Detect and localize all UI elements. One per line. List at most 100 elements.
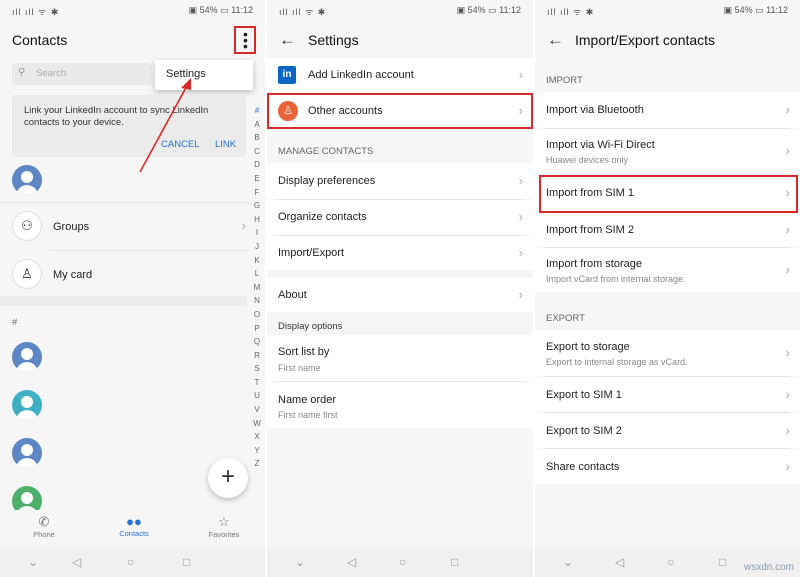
highlight-box [539,175,798,213]
export-header: EXPORT [546,313,585,324]
alphabet-letter[interactable]: O [251,308,263,322]
my-profile-avatar[interactable] [12,165,42,195]
back-triangle-icon[interactable]: ◁ [72,555,81,569]
chevron-right-icon: › [785,459,790,474]
import-wifi-direct-row[interactable]: Import via Wi-Fi Direct Huawei devices o… [535,129,800,173]
import-bluetooth-row[interactable]: Import via Bluetooth › [535,92,800,128]
import-export-screen: ıll ıll ᯤ ✱ ▣ 54% ▭ 11:12 ← Import/Expor… [535,0,800,577]
chevron-down-icon[interactable]: ⌄ [28,555,38,569]
alphabet-letter[interactable]: Q [251,335,263,349]
alphabet-letter[interactable]: V [251,403,263,417]
add-icon: + [220,463,235,490]
display-preferences-row[interactable]: Display preferences › [267,163,533,199]
people-icon: ●● [126,514,142,529]
import-storage-row[interactable]: Import from storage Import vCard from in… [535,248,800,292]
settings-app-bar: ← Settings [267,22,533,58]
status-bar: ıll ıll ᯤ ✱ ▣ 54% ▭ 11:12 [535,0,800,22]
home-circle-icon[interactable]: ○ [127,555,134,569]
chevron-right-icon: › [785,143,790,158]
alphabet-letter[interactable]: R [251,349,263,363]
add-linkedin-row[interactable]: in Add LinkedIn account › [267,58,533,92]
organize-contacts-row[interactable]: Organize contacts › [267,200,533,235]
alphabet-letter[interactable]: L [251,267,263,281]
sort-list-by-row[interactable]: Sort list by First name [267,335,533,381]
manage-contacts-header: MANAGE CONTACTS [278,146,374,157]
back-arrow-icon[interactable]: ← [279,31,296,48]
contact-avatar[interactable] [12,438,42,468]
page-title: Import/Export contacts [575,32,716,48]
alphabet-letter[interactable]: P [251,322,263,336]
display-options-header: Display options [278,321,343,332]
chevron-down-icon[interactable]: ⌄ [295,555,305,569]
chevron-right-icon: › [518,209,523,224]
alphabet-letter[interactable]: S [251,362,263,376]
name-order-row[interactable]: Name order First name first [267,382,533,428]
import-export-row[interactable]: Import/Export › [267,236,533,270]
home-circle-icon[interactable]: ○ [667,555,674,569]
alphabet-letter[interactable]: Y [251,444,263,458]
alphabet-letter[interactable]: B [251,131,263,145]
alphabet-letter[interactable]: J [251,240,263,254]
chevron-right-icon: › [785,262,790,277]
system-nav-bar: ⌄ ◁ ○ □ [267,549,533,577]
alphabet-letter[interactable]: E [251,172,263,186]
tab-contacts[interactable]: ●● Contacts [112,514,156,538]
back-triangle-icon[interactable]: ◁ [615,555,624,569]
alphabet-letter[interactable]: A [251,118,263,132]
alphabet-letter[interactable]: U [251,389,263,403]
groups-icon: ⚇ [12,211,42,241]
export-storage-row[interactable]: Export to storage Export to internal sto… [535,330,800,376]
annotation-arrow [139,78,191,173]
section-hash: # [12,317,18,328]
tab-phone[interactable]: ✆ Phone [24,514,64,539]
import-sim2-row[interactable]: Import from SIM 2 › [535,213,800,247]
battery-clock: ▣ 54% ▭ 11:12 [723,5,788,15]
recents-square-icon[interactable]: □ [451,555,458,569]
alphabet-letter[interactable]: H [251,213,263,227]
back-triangle-icon[interactable]: ◁ [347,555,356,569]
chevron-right-icon: › [518,173,523,188]
alphabet-letter[interactable]: C [251,145,263,159]
about-row[interactable]: About › [267,278,533,312]
signal-icons: ıll ıll ᯤ ✱ [279,7,327,17]
alphabet-letter[interactable]: N [251,294,263,308]
alphabet-letter[interactable]: G [251,199,263,213]
alphabet-index[interactable]: # A B C D E F G H I J K L M N O P Q R S T U V W X Y Z [251,104,263,471]
alphabet-letter[interactable]: # [251,104,263,118]
groups-row[interactable]: ⚇ Groups › [0,208,250,246]
page-title: Settings [308,32,359,48]
chevron-right-icon: › [241,218,246,233]
contact-avatar[interactable] [12,390,42,420]
alphabet-letter[interactable]: M [251,281,263,295]
tab-favorites[interactable]: ☆ Favorites [202,514,246,539]
chevron-right-icon: › [518,245,523,260]
battery-clock: ▣ 54% ▭ 11:12 [456,5,521,15]
chevron-right-icon: › [785,387,790,402]
alphabet-letter[interactable]: F [251,186,263,200]
settings-screen: ıll ıll ᯤ ✱ ▣ 54% ▭ 11:12 ← Settings in … [267,0,533,577]
export-sim2-row[interactable]: Export to SIM 2 › [535,413,800,448]
import-export-app-bar: ← Import/Export contacts [535,22,800,58]
add-contact-button[interactable]: + [208,458,248,498]
share-contacts-row[interactable]: Share contacts › [535,449,800,484]
person-icon: ♙ [12,259,42,289]
recents-square-icon[interactable]: □ [183,555,190,569]
alphabet-letter[interactable]: K [251,254,263,268]
export-sim1-row[interactable]: Export to SIM 1 › [535,377,800,412]
alphabet-letter[interactable]: Z [251,457,263,471]
recents-square-icon[interactable]: □ [719,555,726,569]
signal-icons: ıll ıll ᯤ ✱ [547,7,595,17]
alphabet-letter[interactable]: T [251,376,263,390]
contact-avatar[interactable] [12,342,42,372]
alphabet-letter[interactable]: D [251,158,263,172]
alphabet-letter[interactable]: X [251,430,263,444]
contacts-screen: ıll ıll ᯤ ✱ ▣ 54% ▭ 11:12 Contacts • • • ⚲… [0,0,265,577]
home-circle-icon[interactable]: ○ [399,555,406,569]
alphabet-letter[interactable]: I [251,226,263,240]
chevron-right-icon: › [785,423,790,438]
chevron-right-icon: › [785,222,790,237]
alphabet-letter[interactable]: W [251,417,263,431]
back-arrow-icon[interactable]: ← [547,31,564,48]
my-card-row[interactable]: ♙ My card [0,256,250,294]
chevron-down-icon[interactable]: ⌄ [563,555,573,569]
